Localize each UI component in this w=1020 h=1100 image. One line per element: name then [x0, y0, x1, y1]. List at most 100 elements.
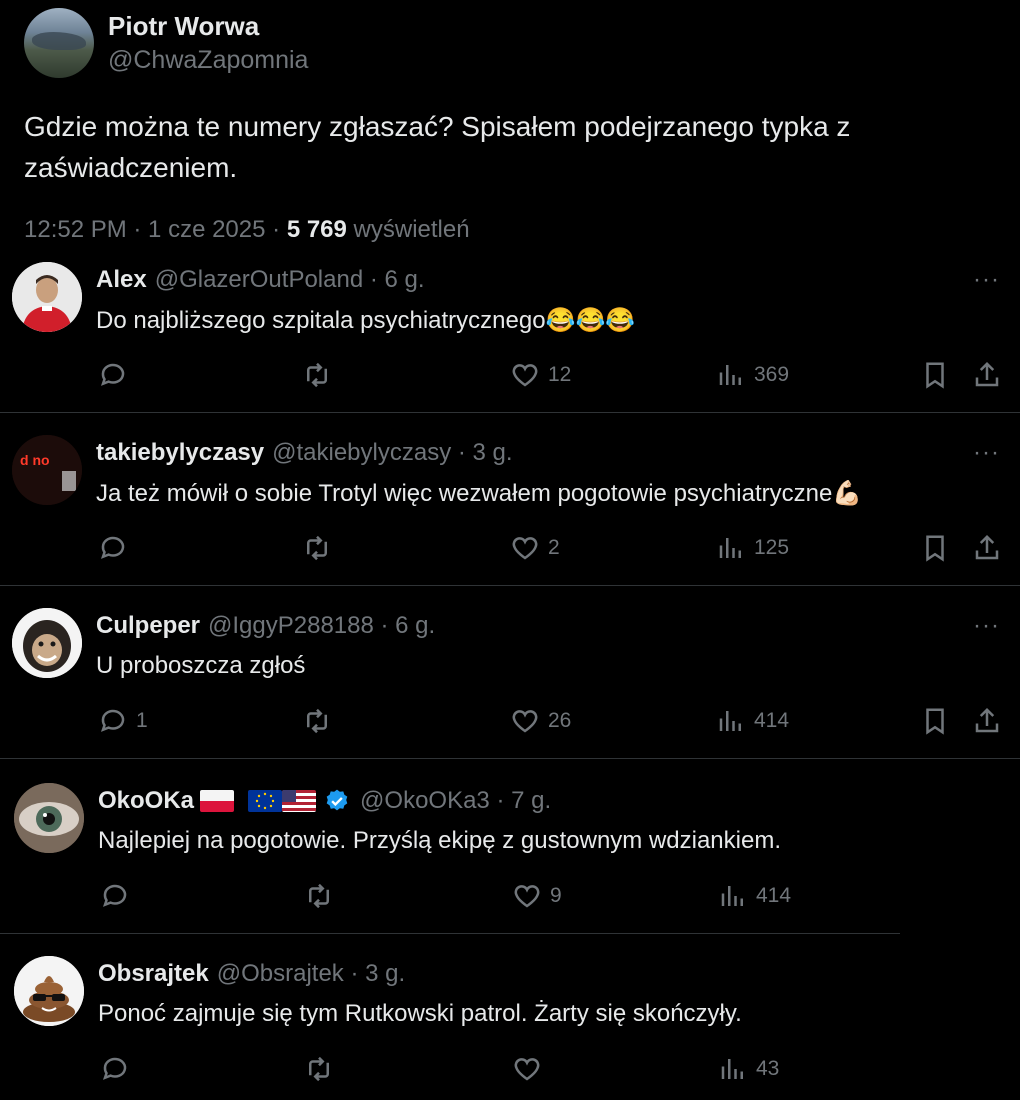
heart-icon	[514, 885, 540, 908]
author-handle[interactable]: @ChwaZapomnia	[108, 46, 308, 75]
bookmark-button[interactable]	[920, 531, 950, 565]
view-count: 5 769	[286, 216, 347, 243]
reply-author-handle[interactable]: @IggyP288188 · 6 g.	[208, 612, 435, 640]
share-icon	[975, 361, 999, 387]
reply-text: Najlepiej na pogotowie. Przyślą ekipę z …	[98, 827, 781, 854]
analytics-icon	[719, 538, 741, 558]
tweet-time[interactable]: 12:52 PM · 1 cze 2025 ·	[24, 216, 287, 243]
reply-author-name[interactable]: Alex	[96, 266, 147, 294]
like-count: 9	[550, 884, 562, 907]
like-button[interactable]: 9	[512, 879, 562, 913]
verified-badge-icon	[326, 789, 348, 811]
like-button[interactable]: 2	[510, 531, 560, 565]
poland-flag-icon	[200, 790, 235, 812]
reply-button[interactable]	[98, 531, 136, 565]
reply-author-name[interactable]: Culpeper	[96, 612, 200, 640]
view-count: 43	[756, 1057, 780, 1080]
reply-item[interactable]: d no takiebylyczasy @takiebylyczasy · 3 …	[0, 413, 1020, 586]
views-button[interactable]: 125	[716, 531, 789, 565]
reply-author-name[interactable]: OkoOKa	[98, 787, 194, 815]
retweet-button[interactable]	[302, 358, 340, 392]
reply-author-name[interactable]: Obsrajtek	[98, 960, 209, 988]
retweet-button[interactable]	[302, 704, 340, 738]
more-options-icon[interactable]: ···	[973, 612, 1000, 640]
bookmark-button[interactable]	[920, 704, 950, 738]
analytics-icon	[719, 711, 741, 731]
view-count: 125	[754, 536, 790, 559]
tweet-text: Gdzie można te numery zgłaszać? Spisałem…	[24, 111, 851, 183]
reply-count: 1	[136, 709, 148, 732]
share-icon	[975, 534, 999, 560]
retweet-button[interactable]	[304, 879, 342, 913]
retweet-icon	[309, 1056, 329, 1082]
retweet-icon	[309, 883, 329, 909]
retweet-button[interactable]	[304, 1052, 342, 1086]
retweet-icon	[307, 362, 327, 388]
avatar[interactable]	[12, 608, 82, 678]
bookmark-icon	[926, 362, 944, 389]
views-label: wyświetleń	[346, 216, 470, 243]
like-count: 12	[548, 363, 572, 386]
avatar[interactable]	[14, 956, 84, 1026]
view-count: 414	[754, 709, 790, 732]
retweet-icon	[307, 535, 327, 561]
reply-button[interactable]	[100, 879, 138, 913]
views-button[interactable]: 414	[718, 879, 791, 913]
reply-icon	[100, 536, 125, 559]
reply-author-handle[interactable]: @Obsrajtek · 3 g.	[217, 960, 405, 988]
like-button[interactable]	[512, 1052, 550, 1086]
reply-actions: 2 125	[98, 531, 1018, 565]
reply-author-name[interactable]: takiebylyczasy	[96, 439, 264, 467]
view-count: 414	[756, 884, 792, 907]
reply-item[interactable]: Obsrajtek @Obsrajtek · 3 g. Ponoć zajmuj…	[0, 934, 1020, 1100]
bookmark-button[interactable]	[920, 358, 950, 392]
like-button[interactable]: 26	[510, 704, 571, 738]
share-button[interactable]	[972, 531, 1002, 565]
reply-author-handle[interactable]: @takiebylyczasy · 3 g.	[272, 439, 512, 467]
reply-button[interactable]	[98, 358, 136, 392]
reply-actions: 12 369	[98, 358, 1018, 392]
reply-item[interactable]: OkoOKa @OkoOKa3 · 7 g. Najlepiej na pogo…	[0, 759, 1020, 934]
retweet-button[interactable]	[302, 531, 340, 565]
share-button[interactable]	[972, 704, 1002, 738]
bookmark-icon	[926, 535, 944, 562]
avatar[interactable]	[12, 262, 82, 332]
reply-item[interactable]: Alex @GlazerOutPoland · 6 g. ··· Do najb…	[0, 258, 1020, 413]
author-name[interactable]: Piotr Worwa	[108, 11, 259, 42]
reply-author-handle[interactable]: @GlazerOutPoland · 6 g.	[155, 266, 425, 294]
eu-flag-icon	[248, 790, 283, 812]
bookmark-icon	[926, 708, 944, 735]
analytics-icon	[721, 886, 743, 906]
more-options-icon[interactable]: ···	[973, 439, 1000, 467]
retweet-icon	[307, 708, 327, 734]
reply-icon	[100, 709, 125, 732]
analytics-icon	[719, 365, 741, 385]
heart-icon	[512, 710, 538, 733]
reply-actions: 9 414	[100, 879, 1020, 913]
view-count: 369	[754, 363, 790, 386]
share-button[interactable]	[972, 358, 1002, 392]
reply-button[interactable]	[100, 1052, 138, 1086]
reply-text: Do najbliższego szpitala psychiatryczneg…	[96, 307, 636, 334]
share-icon	[975, 707, 999, 733]
usa-flag-icon	[282, 790, 317, 812]
heart-icon	[514, 1058, 540, 1081]
avatar[interactable]	[24, 8, 94, 78]
views-button[interactable]: 43	[718, 1052, 779, 1086]
views-button[interactable]: 414	[716, 704, 789, 738]
more-options-icon[interactable]: ···	[973, 266, 1000, 294]
reply-item[interactable]: Culpeper @IggyP288188 · 6 g. ··· U probo…	[0, 586, 1020, 759]
avatar[interactable]	[14, 783, 84, 853]
tweet-meta: 12:52 PM · 1 cze 2025 · 5 769 wyświetleń	[24, 216, 470, 244]
views-button[interactable]: 369	[716, 358, 789, 392]
avatar[interactable]: d no	[12, 435, 82, 505]
reply-button[interactable]: 1	[98, 704, 148, 738]
reply-text: U proboszcza zgłoś	[96, 652, 306, 679]
reply-actions: 43	[100, 1052, 1020, 1086]
like-button[interactable]: 12	[510, 358, 571, 392]
reply-actions: 1 26 414	[98, 704, 1018, 738]
like-count: 26	[548, 709, 572, 732]
reply-text: Ponoć zajmuje się tym Rutkowski patrol. …	[98, 1000, 742, 1027]
main-tweet: Piotr Worwa @ChwaZapomnia Gdzie można te…	[0, 0, 1020, 258]
reply-author-handle[interactable]: @OkoOKa3 · 7 g.	[360, 787, 551, 815]
